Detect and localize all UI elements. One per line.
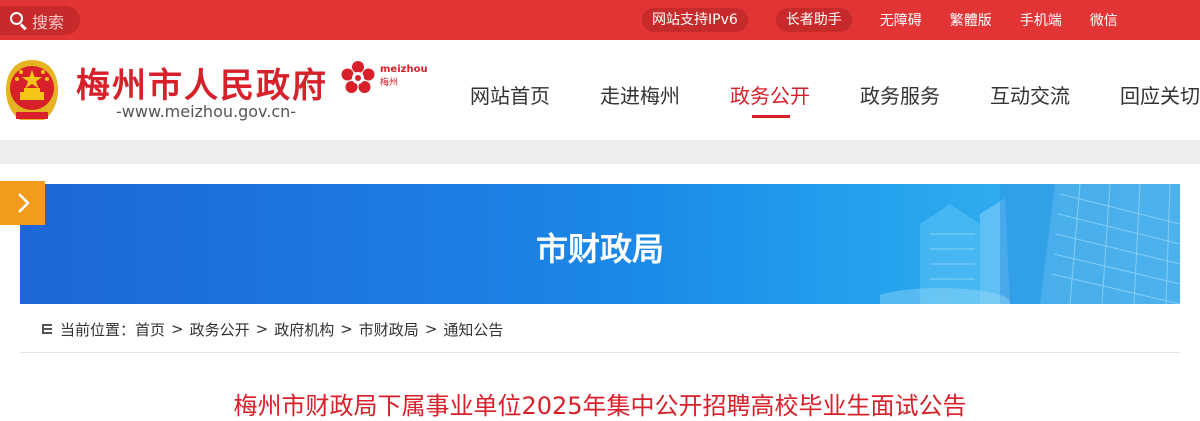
header-divider-band xyxy=(0,140,1200,164)
breadcrumb-notices[interactable]: 通知公告 xyxy=(443,319,503,340)
chevron-right-icon xyxy=(17,193,30,213)
breadcrumb: 当前位置： 首页 > 政务公开 > 政府机构 > 市财政局 > 通知公告 xyxy=(42,318,503,340)
breadcrumb-divider xyxy=(20,352,1180,353)
site-title[interactable]: 梅州市人民政府 xyxy=(76,58,328,107)
nav-government-affairs[interactable]: 政务公开 xyxy=(730,80,810,109)
location-list-icon xyxy=(42,323,54,335)
logo-cn-text: 梅州 xyxy=(380,78,399,88)
breadcrumb-separator: > xyxy=(424,320,438,338)
banner-title: 市财政局 xyxy=(535,230,664,268)
breadcrumb-government-affairs[interactable]: 政务公开 xyxy=(190,319,250,340)
national-emblem-icon[interactable] xyxy=(2,58,62,124)
search-placeholder[interactable]: 搜索 xyxy=(32,9,64,33)
breadcrumb-separator: > xyxy=(340,320,353,338)
nav-responses[interactable]: 回应关切 xyxy=(1120,80,1200,109)
wechat-link[interactable]: 微信 xyxy=(1090,10,1118,30)
department-banner: 市财政局 xyxy=(20,184,1180,304)
active-nav-indicator xyxy=(752,115,790,118)
city-flower-logo-icon xyxy=(341,61,375,93)
nav-about-meizhou[interactable]: 走进梅州 xyxy=(600,80,680,109)
traditional-chinese-link[interactable]: 繁體版 xyxy=(950,10,992,30)
top-bar: 搜索 网站支持IPv6 长者助手 无障碍 繁體版 手机端 微信 xyxy=(0,0,1200,40)
breadcrumb-home[interactable]: 首页 xyxy=(135,319,165,340)
nav-home[interactable]: 网站首页 xyxy=(470,80,550,109)
breadcrumb-finance-bureau[interactable]: 市财政局 xyxy=(359,319,419,340)
site-url: -www.meizhou.gov.cn- xyxy=(116,102,297,121)
ipv6-link[interactable]: 网站支持IPv6 xyxy=(642,8,748,32)
site-header: 梅州市人民政府 -www.meizhou.gov.cn- meizhou 梅州 … xyxy=(0,40,1200,140)
accessibility-link[interactable]: 无障碍 xyxy=(880,10,922,30)
breadcrumb-prefix: 当前位置： xyxy=(60,320,136,339)
nav-government-services[interactable]: 政务服务 xyxy=(860,80,940,109)
breadcrumb-separator: > xyxy=(255,320,269,338)
mobile-link[interactable]: 手机端 xyxy=(1020,10,1062,30)
elder-assistant-link[interactable]: 长者助手 xyxy=(775,8,852,32)
logo-latin-text: meizhou xyxy=(380,64,428,75)
search-box[interactable]: 搜索 xyxy=(0,6,80,35)
top-links: 网站支持IPv6 长者助手 无障碍 繁體版 手机端 微信 xyxy=(640,0,1118,40)
breadcrumb-government-agencies[interactable]: 政府机构 xyxy=(274,319,334,340)
nav-interaction[interactable]: 互动交流 xyxy=(990,80,1070,109)
search-icon[interactable] xyxy=(10,11,28,30)
side-expand-tab[interactable] xyxy=(0,181,45,225)
article-title: 梅州市财政局下属事业单位2025年集中公开招聘高校毕业生面试公告 xyxy=(233,392,967,420)
breadcrumb-separator: > xyxy=(171,320,184,338)
